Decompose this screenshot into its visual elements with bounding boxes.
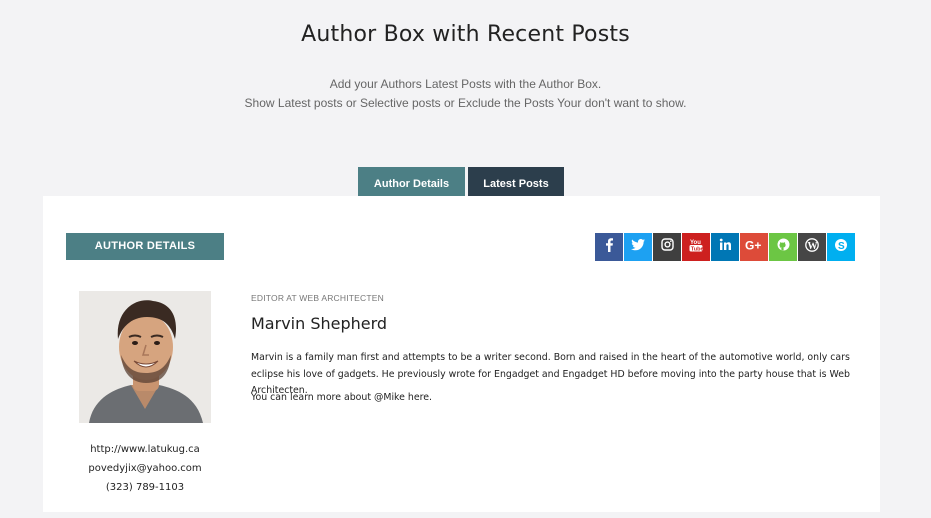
svg-text:G+: G+ — [745, 239, 761, 251]
author-name: Marvin Shepherd — [251, 314, 388, 333]
author-role: EDITOR AT WEB ARCHITECTEN — [251, 293, 384, 303]
instagram-button[interactable] — [653, 233, 681, 261]
section-label: AUTHOR DETAILS — [66, 233, 224, 260]
linkedin-icon — [719, 238, 732, 256]
skype-button[interactable]: S — [827, 233, 855, 261]
subtitle-line-1: Add your Authors Latest Posts with the A… — [329, 77, 602, 91]
youtube-button[interactable]: You Tube — [682, 233, 710, 261]
author-photo — [79, 291, 211, 423]
author-contact: http://www.latukug.ca povedyjix@yahoo.co… — [66, 440, 224, 497]
author-email-link[interactable]: povedyjix@yahoo.com — [66, 459, 224, 478]
twitter-icon — [631, 238, 645, 256]
instagram-icon — [660, 238, 674, 256]
author-phone: (323) 789-1103 — [105, 482, 185, 493]
github-icon — [777, 238, 790, 256]
google-plus-button[interactable]: G+ — [740, 233, 768, 261]
wordpress-icon: W — [805, 237, 819, 257]
google-plus-icon: G+ — [745, 238, 763, 256]
author-website-link[interactable]: http://www.latukug.ca — [66, 440, 224, 459]
wordpress-button[interactable]: W — [798, 233, 826, 261]
svg-text:Tube: Tube — [691, 246, 703, 252]
skype-icon: S — [834, 238, 848, 257]
author-box-card: AUTHOR DETAILS You Tube G+ W S http://ww… — [43, 196, 880, 512]
subtitle-line-2: Show Latest posts or Selective posts or … — [244, 96, 687, 110]
github-button[interactable] — [769, 233, 797, 261]
linkedin-button[interactable] — [711, 233, 739, 261]
facebook-icon — [603, 237, 615, 257]
svg-text:S: S — [838, 240, 845, 251]
facebook-button[interactable] — [595, 233, 623, 261]
page-subtitle: Add your Authors Latest Posts with the A… — [0, 75, 931, 113]
author-more-link[interactable]: You can learn more about @Mike here. — [251, 392, 432, 403]
page-title: Author Box with Recent Posts — [301, 22, 630, 47]
social-links: You Tube G+ W S — [595, 233, 855, 261]
twitter-button[interactable] — [624, 233, 652, 261]
youtube-icon: You Tube — [689, 238, 704, 257]
svg-text:W: W — [808, 240, 818, 251]
